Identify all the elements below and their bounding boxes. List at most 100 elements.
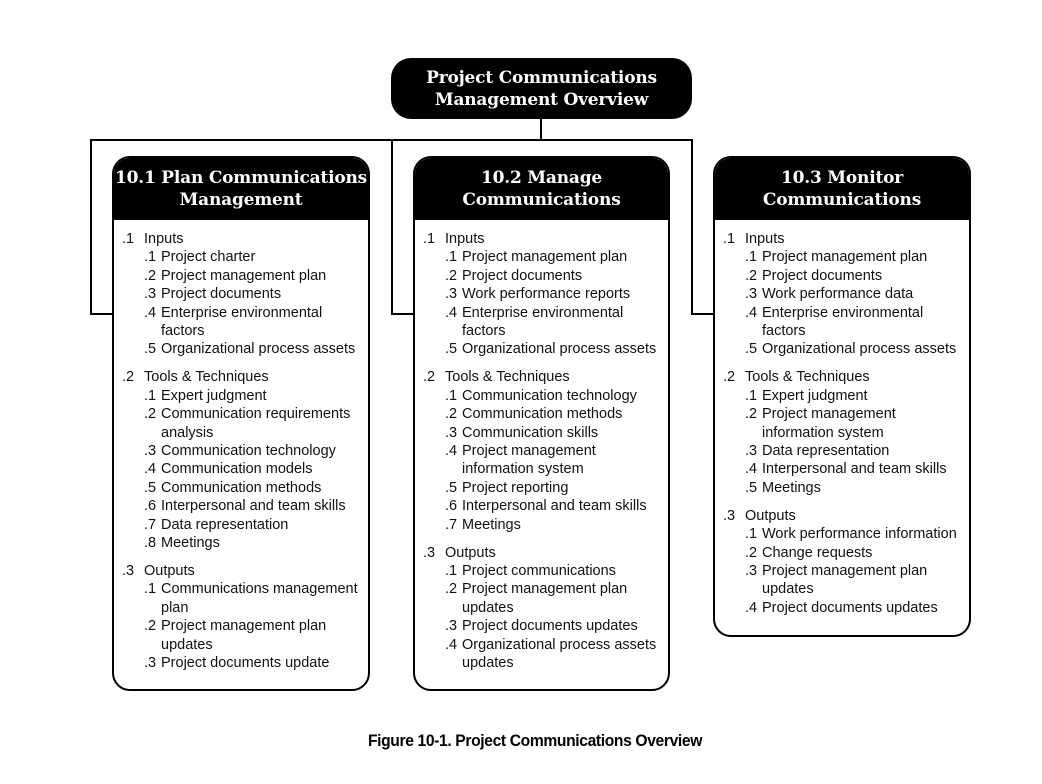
section-label: Inputs bbox=[144, 231, 184, 247]
list-item: .1 Project management plan bbox=[423, 248, 668, 266]
item-number: .1 bbox=[445, 387, 458, 404]
list-item: .4 Enterprise environmental factors bbox=[423, 304, 668, 341]
list-item: .5 Project reporting bbox=[423, 479, 668, 497]
list-item: .1 Project charter bbox=[122, 248, 368, 266]
list-item: .7 Meetings bbox=[423, 516, 668, 534]
section-label: Tools & Techniques bbox=[445, 369, 570, 386]
item-number: .2 bbox=[445, 406, 458, 423]
process-body: .1 Inputs .1 Project management plan .2 Proje… bbox=[715, 220, 969, 617]
item-text: Project management plan updates bbox=[462, 581, 628, 616]
list-item: .4 Project documents updates bbox=[723, 599, 969, 617]
list-item: .2 Project documents bbox=[723, 267, 969, 285]
item-number: .4 bbox=[745, 304, 758, 321]
item-text: Organizational process assets bbox=[762, 341, 957, 358]
item-text: Communications management plan bbox=[161, 581, 358, 616]
item-text: Project management plan bbox=[161, 267, 327, 284]
list-item: .5 Meetings bbox=[723, 479, 969, 497]
list-item: .1 Project communications bbox=[423, 562, 668, 580]
list-item: .4 Organizational process assets updates bbox=[423, 636, 668, 673]
item-text: Project documents updates bbox=[462, 618, 638, 635]
list-item: .2 Project management plan bbox=[122, 267, 368, 285]
item-number: .3 bbox=[745, 562, 758, 579]
item-text: Data representation bbox=[161, 516, 289, 533]
section-heading: .1 Inputs bbox=[423, 230, 668, 248]
section-label: Tools & Techniques bbox=[745, 369, 870, 386]
section-label: Outputs bbox=[445, 544, 496, 561]
list-item: .6 Interpersonal and team skills bbox=[423, 497, 668, 515]
item-text: Project documents bbox=[161, 286, 282, 303]
list-item: .7 Data representation bbox=[122, 516, 368, 534]
list-item: .3 Project documents updates bbox=[423, 617, 668, 635]
section-number: .2 bbox=[423, 369, 436, 386]
item-number: .5 bbox=[445, 479, 458, 496]
section-inputs: .1 Inputs .1 Project charter .2 Project manag… bbox=[122, 230, 368, 359]
item-number: .4 bbox=[144, 304, 157, 321]
item-text: Work performance information bbox=[762, 526, 957, 543]
item-number: .1 bbox=[144, 387, 157, 404]
item-number: .1 bbox=[144, 581, 157, 598]
item-number: .2 bbox=[445, 581, 458, 598]
item-number: .6 bbox=[144, 498, 157, 515]
item-number: .1 bbox=[445, 249, 458, 266]
list-item: .4 Communication models bbox=[122, 460, 368, 478]
item-number: .2 bbox=[745, 544, 758, 561]
section-heading: .2 Tools & Techniques bbox=[423, 368, 668, 386]
connector-drop-2 bbox=[391, 139, 393, 315]
item-text: Communication technology bbox=[462, 387, 637, 404]
item-text: Communication technology bbox=[161, 442, 336, 459]
section-tools-techniques: .2 Tools & Techniques .1 Expert judgment .2 C… bbox=[122, 368, 368, 552]
section-heading: .3 Outputs bbox=[423, 544, 668, 562]
connector-drop-3 bbox=[691, 139, 693, 315]
section-outputs: .3 Outputs .1 Communications management pla… bbox=[122, 562, 368, 672]
item-number: .3 bbox=[745, 286, 758, 303]
item-number: .4 bbox=[445, 442, 458, 459]
item-text: Project reporting bbox=[462, 479, 569, 496]
item-number: .3 bbox=[445, 618, 458, 635]
item-text: Data representation bbox=[762, 442, 890, 459]
section-number: .1 bbox=[423, 231, 436, 247]
item-number: .2 bbox=[445, 267, 458, 284]
process-title-line1: 10.2 Manage bbox=[480, 168, 603, 188]
item-text: Meetings bbox=[462, 516, 521, 533]
list-item: .3 Communication skills bbox=[423, 424, 668, 442]
list-item: .3 Project documents update bbox=[122, 654, 368, 672]
section-heading: .3 Outputs bbox=[122, 562, 368, 580]
process-body: .1 Inputs .1 Project management plan .2 Proje… bbox=[415, 220, 668, 672]
item-number: .3 bbox=[144, 286, 157, 303]
list-item: .5 Communication methods bbox=[122, 479, 368, 497]
process-box-plan-communications: 10.1 Plan Communications Management .1 Inpu… bbox=[112, 156, 370, 691]
item-number: .5 bbox=[445, 341, 458, 358]
item-text: Project management plan updates bbox=[762, 562, 928, 598]
section-tools-techniques: .2 Tools & Techniques .1 Communication tech… bbox=[423, 368, 668, 534]
list-item: .2 Change requests bbox=[723, 544, 969, 562]
item-number: .5 bbox=[144, 479, 157, 496]
item-number: .1 bbox=[445, 562, 458, 579]
list-item: .3 Communication technology bbox=[122, 442, 368, 460]
overview-title-box: Project Communications Management Overvi… bbox=[391, 58, 692, 119]
section-number: .1 bbox=[122, 231, 135, 247]
process-title: 10.2 Manage Communications bbox=[415, 158, 668, 220]
list-item: .4 Enterprise environmental factors bbox=[122, 304, 368, 341]
section-label: Outputs bbox=[745, 507, 796, 524]
list-item: .8 Meetings bbox=[122, 534, 368, 552]
item-number: .2 bbox=[745, 406, 758, 423]
item-text: Interpersonal and team skills bbox=[762, 461, 947, 478]
item-text: Project communications bbox=[462, 562, 616, 579]
item-number: .7 bbox=[445, 516, 458, 533]
item-text: Organizational process assets updates bbox=[462, 636, 657, 671]
process-title-line2: Management bbox=[179, 190, 303, 210]
list-item: .3 Work performance data bbox=[723, 285, 969, 303]
list-item: .1 Project management plan bbox=[723, 248, 969, 266]
item-number: .2 bbox=[745, 267, 758, 284]
item-number: .3 bbox=[745, 442, 758, 459]
list-item: .4 Enterprise environmental factors bbox=[723, 304, 969, 341]
item-text: Communication models bbox=[161, 461, 313, 478]
item-text: Project management plan bbox=[762, 249, 928, 266]
item-text: Project management information system bbox=[462, 442, 596, 478]
item-number: .2 bbox=[144, 618, 157, 635]
connector-trunk bbox=[540, 119, 542, 141]
list-item: .6 Interpersonal and team skills bbox=[122, 497, 368, 515]
process-title-line2: Communications bbox=[762, 190, 922, 210]
process-body: .1 Inputs .1 Project charter .2 Project manag… bbox=[114, 220, 368, 672]
process-title-line1: 10.1 Plan Communications bbox=[114, 168, 368, 188]
